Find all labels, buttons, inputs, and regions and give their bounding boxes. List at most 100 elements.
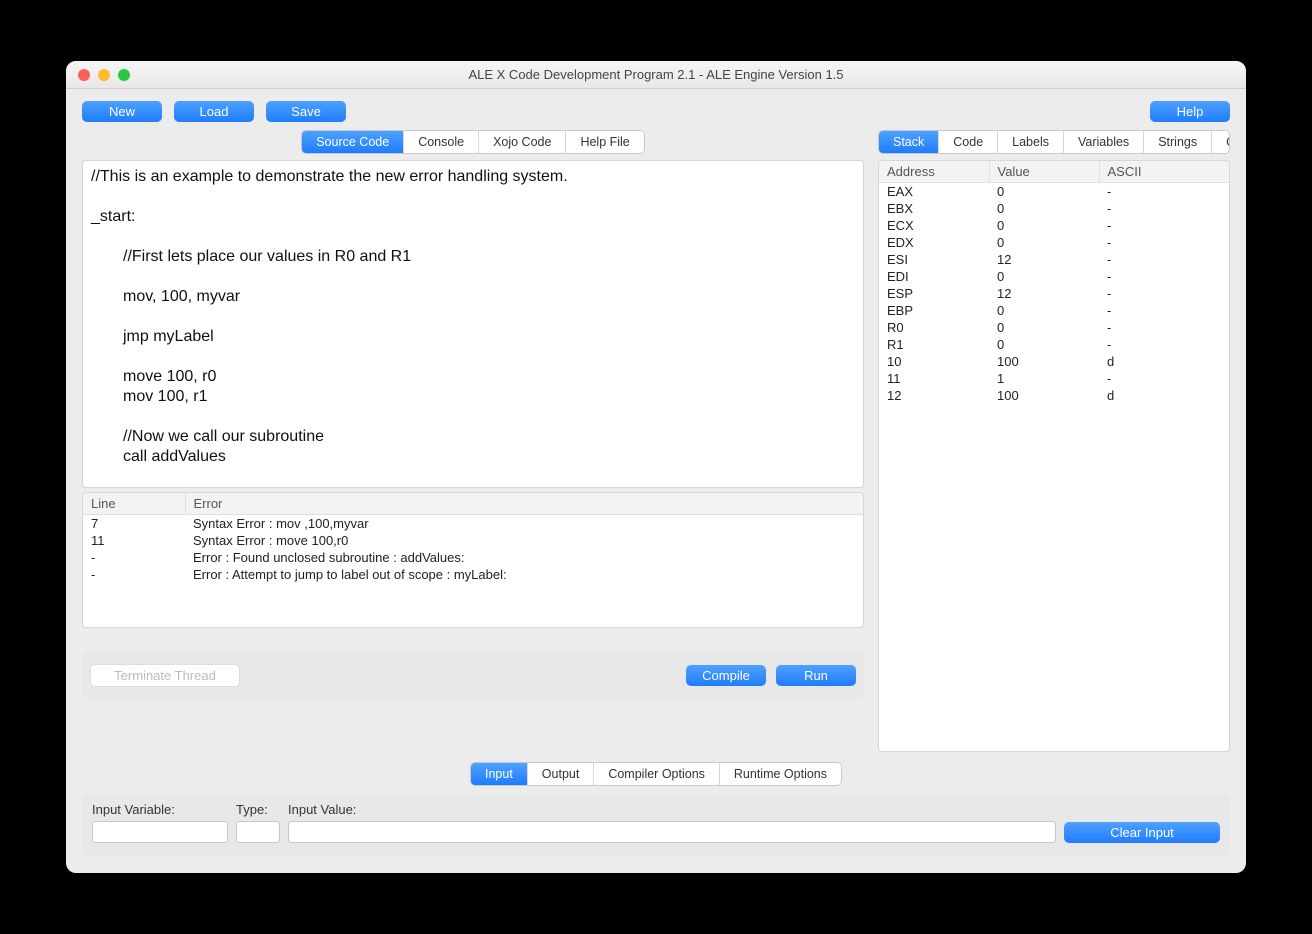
stack-cell-ascii: - [1099,200,1229,217]
stack-row[interactable]: R10- [879,336,1229,353]
tab-code[interactable]: Code [939,131,998,153]
tab-help-file[interactable]: Help File [566,131,643,153]
stack-cell-address: EAX [879,183,989,201]
close-icon[interactable] [78,69,90,81]
stack-cell-ascii: - [1099,336,1229,353]
tab-compiler-options[interactable]: Compiler Options [594,763,720,785]
tab-console[interactable]: Console [404,131,479,153]
input-value-field[interactable] [288,821,1056,843]
code-line: //This is an example to demonstrate the … [91,167,859,187]
stack-row[interactable]: EDI0- [879,268,1229,285]
errors-col-error[interactable]: Error [185,493,863,515]
input-panel: Input Variable: Type: Input Value: Clear… [82,794,1230,857]
tab-variables[interactable]: Variables [1064,131,1144,153]
error-row[interactable]: -Error : Found unclosed subroutine : add… [83,549,863,566]
code-line: _start: [91,207,859,227]
tab-constants[interactable]: Constants [1212,131,1230,153]
stack-cell-value: 100 [989,353,1099,370]
input-variable-label: Input Variable: [92,802,228,817]
top-toolbar: New Load Save Help [66,89,1246,130]
right-column: Stack Code Labels Variables Strings Cons… [878,130,1230,752]
stack-cell-address: 11 [879,370,989,387]
tab-runtime-options[interactable]: Runtime Options [720,763,841,785]
content-area: New Load Save Help Source Code Console X… [66,89,1246,873]
stack-cell-value: 0 [989,183,1099,201]
tab-labels[interactable]: Labels [998,131,1064,153]
error-row[interactable]: -Error : Attempt to jump to label out of… [83,566,863,583]
stack-row[interactable]: R00- [879,319,1229,336]
stack-cell-value: 0 [989,302,1099,319]
stack-cell-value: 0 [989,319,1099,336]
save-button[interactable]: Save [266,101,346,122]
stack-row[interactable]: 10100d [879,353,1229,370]
code-line [91,467,859,487]
stack-cell-address: 12 [879,387,989,404]
stack-cell-value: 0 [989,336,1099,353]
stack-cell-value: 0 [989,268,1099,285]
action-row: Terminate Thread Compile Run [82,652,864,699]
input-value-label: Input Value: [288,802,1056,817]
stack-row[interactable]: ESI12- [879,251,1229,268]
stack-cell-value: 0 [989,234,1099,251]
run-button[interactable]: Run [776,665,856,686]
stack-panel: Address Value ASCII EAX0-EBX0-ECX0-EDX0-… [878,160,1230,752]
stack-row[interactable]: ESP12- [879,285,1229,302]
stack-col-address[interactable]: Address [879,161,989,183]
stack-row[interactable]: EDX0- [879,234,1229,251]
errors-panel: Line Error 7Syntax Error : mov ,100,myva… [82,492,864,628]
stack-col-ascii[interactable]: ASCII [1099,161,1229,183]
stack-cell-ascii: - [1099,370,1229,387]
stack-cell-ascii: - [1099,183,1229,201]
stack-cell-address: ESP [879,285,989,302]
code-line [91,307,859,327]
stack-cell-ascii: - [1099,285,1229,302]
code-line: //Now we'll add our program exit, so tha… [91,487,859,488]
code-line [91,407,859,427]
new-button[interactable]: New [82,101,162,122]
load-button[interactable]: Load [174,101,254,122]
stack-cell-value: 1 [989,370,1099,387]
tab-input[interactable]: Input [471,763,528,785]
traffic-lights [78,69,130,81]
stack-cell-value: 0 [989,200,1099,217]
stack-row[interactable]: EBX0- [879,200,1229,217]
tab-xojo-code[interactable]: Xojo Code [479,131,566,153]
stack-cell-ascii: - [1099,217,1229,234]
stack-row[interactable]: EAX0- [879,183,1229,201]
stack-cell-value: 100 [989,387,1099,404]
clear-input-button[interactable]: Clear Input [1064,822,1220,843]
tab-strings[interactable]: Strings [1144,131,1212,153]
stack-row[interactable]: 111- [879,370,1229,387]
stack-row[interactable]: EBP0- [879,302,1229,319]
bottom-area: Input Output Compiler Options Runtime Op… [66,752,1246,873]
compile-button[interactable]: Compile [686,665,766,686]
stack-cell-ascii: d [1099,353,1229,370]
minimize-icon[interactable] [98,69,110,81]
code-line [91,187,859,207]
code-line: //Now we call our subroutine [91,427,859,447]
help-button[interactable]: Help [1150,101,1230,122]
input-variable-field[interactable] [92,821,228,843]
error-row[interactable]: 7Syntax Error : mov ,100,myvar [83,515,863,533]
input-type-label: Type: [236,802,280,817]
code-line [91,267,859,287]
error-row[interactable]: 11Syntax Error : move 100,r0 [83,532,863,549]
stack-cell-ascii: - [1099,251,1229,268]
stack-cell-address: ECX [879,217,989,234]
stack-cell-ascii: - [1099,234,1229,251]
code-line [91,347,859,367]
code-editor[interactable]: //This is an example to demonstrate the … [82,160,864,488]
error-text: Syntax Error : move 100,r0 [185,532,863,549]
tab-stack[interactable]: Stack [879,131,939,153]
stack-row[interactable]: ECX0- [879,217,1229,234]
tab-source-code[interactable]: Source Code [302,131,404,153]
maximize-icon[interactable] [118,69,130,81]
errors-col-line[interactable]: Line [83,493,185,515]
tab-output[interactable]: Output [528,763,595,785]
stack-col-value[interactable]: Value [989,161,1099,183]
input-type-field[interactable] [236,821,280,843]
code-line [91,227,859,247]
stack-cell-address: EBX [879,200,989,217]
terminate-thread-button[interactable]: Terminate Thread [90,664,240,687]
stack-row[interactable]: 12100d [879,387,1229,404]
